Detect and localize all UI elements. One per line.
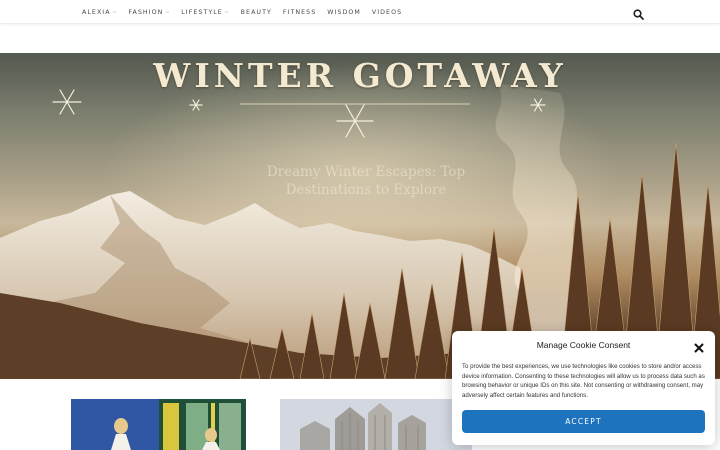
nav-item-lifestyle[interactable]: LIFESTYLE ⌵ xyxy=(181,9,229,16)
nav-item-label: VIDEOS xyxy=(371,8,403,16)
thumbnail-image xyxy=(280,399,472,450)
nav-item-label: WISDOM xyxy=(327,8,361,16)
chevron-down-icon: ⌵ xyxy=(224,9,230,15)
cookie-dialog-body: To provide the best experiences, we use … xyxy=(462,363,705,399)
nav-item-label: BEAUTY xyxy=(240,8,272,16)
thumbnail-image xyxy=(71,399,246,450)
post-thumbnail-fashion[interactable] xyxy=(71,399,246,450)
nav-item-videos[interactable]: VIDEOS xyxy=(372,9,402,16)
nav-item-label: LIFESTYLE xyxy=(181,8,223,16)
nav-item-fitness[interactable]: FITNESS xyxy=(283,9,316,16)
close-icon xyxy=(694,343,704,353)
nav-item-label: ALEXIA xyxy=(82,8,111,16)
chevron-down-icon: ⌵ xyxy=(112,9,118,15)
chevron-down-icon: ⌵ xyxy=(165,9,171,15)
hero-post-title[interactable]: Dreamy Winter Escapes: Top Destinations … xyxy=(266,163,466,199)
post-thumbnail-travel[interactable] xyxy=(280,399,472,450)
cookie-dialog-title: Manage Cookie Consent xyxy=(536,340,631,350)
search-icon xyxy=(633,9,644,20)
nav-item-wisdom[interactable]: WISDOM xyxy=(327,9,361,16)
nav-item-label: FITNESS xyxy=(282,8,317,16)
nav-item-fashion[interactable]: FASHION ⌵ xyxy=(128,9,170,16)
nav-menu: ALEXIA ⌵ FASHION ⌵ LIFESTYLE ⌵ BEAUTY FI… xyxy=(82,0,413,24)
top-navigation: ALEXIA ⌵ FASHION ⌵ LIFESTYLE ⌵ BEAUTY FI… xyxy=(0,0,720,24)
hero-image-title: WINTER GOTAWAY xyxy=(153,56,567,95)
nav-item-beauty[interactable]: BEAUTY xyxy=(241,9,272,16)
nav-item-alexia[interactable]: ALEXIA ⌵ xyxy=(82,9,117,16)
nav-item-label: FASHION xyxy=(128,8,164,16)
cookie-close-button[interactable] xyxy=(694,340,704,353)
accept-cookies-button[interactable]: ACCEPT xyxy=(462,410,705,433)
search-button[interactable] xyxy=(633,7,644,20)
